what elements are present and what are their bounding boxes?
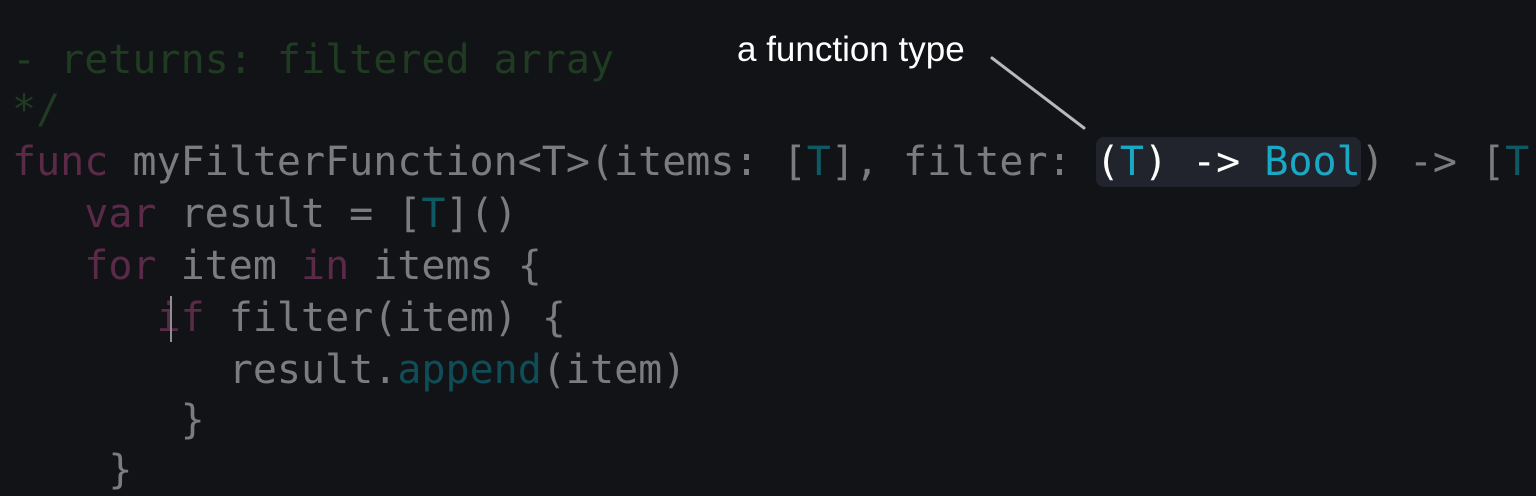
callout-label: a function type [737,30,965,69]
callout-leader-line [990,56,1086,130]
